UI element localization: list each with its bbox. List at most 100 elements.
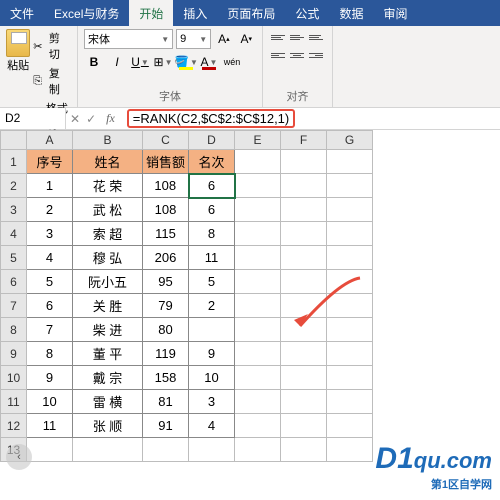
cell[interactable]: 1 [27,174,73,198]
cell[interactable]: 雷 横 [73,390,143,414]
cell[interactable]: 关 胜 [73,294,143,318]
cell[interactable]: 张 顺 [73,414,143,438]
font-color-button[interactable]: A▼ [199,52,219,72]
cell[interactable]: 4 [27,246,73,270]
align-top-button[interactable] [269,29,287,45]
font-size-combo[interactable]: 9▼ [176,29,211,49]
cell[interactable]: 119 [143,342,189,366]
cell[interactable]: 阮小五 [73,270,143,294]
cell[interactable]: 11 [27,414,73,438]
row-header[interactable]: 4 [1,222,27,246]
cell[interactable]: 董 平 [73,342,143,366]
cell[interactable]: 108 [143,198,189,222]
phonetic-button[interactable]: wén [222,52,242,72]
name-box[interactable]: D2 [0,108,66,129]
fill-color-button[interactable]: 🪣▼ [176,52,196,72]
cancel-icon[interactable]: ✕ [70,112,80,126]
row-header[interactable]: 3 [1,198,27,222]
cell[interactable]: 2 [27,198,73,222]
menu-formula[interactable]: 公式 [285,0,329,26]
select-all-corner[interactable] [1,131,27,150]
cell[interactable]: 6 [189,198,235,222]
cell[interactable]: 91 [143,414,189,438]
bold-button[interactable]: B [84,52,104,72]
border-button[interactable]: ⊞▼ [153,52,173,72]
menu-review[interactable]: 审阅 [373,0,417,26]
align-right-button[interactable] [307,47,325,63]
formula-bar[interactable]: =RANK(C2,$C$2:$C$12,1) [123,108,500,129]
align-bottom-button[interactable] [307,29,325,45]
menu-file[interactable]: 文件 [0,0,44,26]
row-header[interactable]: 7 [1,294,27,318]
cell[interactable]: 武 松 [73,198,143,222]
menu-excel[interactable]: Excel与财务 [44,0,129,26]
menu-insert[interactable]: 插入 [173,0,217,26]
enter-icon[interactable]: ✓ [86,112,96,126]
cell[interactable]: 4 [189,414,235,438]
cell[interactable]: 158 [143,366,189,390]
menu-data[interactable]: 数据 [329,0,373,26]
header-cell[interactable]: 名次 [189,150,235,174]
menu-layout[interactable]: 页面布局 [217,0,285,26]
cell[interactable]: 3 [189,390,235,414]
col-header[interactable]: E [235,131,281,150]
cell[interactable]: 5 [189,270,235,294]
cell[interactable]: 戴 宗 [73,366,143,390]
col-header[interactable]: G [327,131,373,150]
cell[interactable]: 穆 弘 [73,246,143,270]
fx-icon[interactable]: fx [102,111,119,126]
underline-button[interactable]: U▼ [130,52,150,72]
font-name-combo[interactable]: 宋体▼ [84,29,173,49]
cell[interactable]: 8 [27,342,73,366]
grid[interactable]: ABCDEFG1序号姓名销售额名次21花 荣108632武 松108643索 超… [0,130,373,462]
cell[interactable] [189,318,235,342]
row-header[interactable]: 11 [1,390,27,414]
italic-button[interactable]: I [107,52,127,72]
cell[interactable]: 9 [27,366,73,390]
col-header[interactable]: F [281,131,327,150]
cell[interactable]: 81 [143,390,189,414]
row-header[interactable]: 9 [1,342,27,366]
col-header[interactable]: C [143,131,189,150]
align-center-button[interactable] [288,47,306,63]
cell[interactable]: 7 [27,318,73,342]
cell[interactable]: 95 [143,270,189,294]
cell[interactable]: 10 [189,366,235,390]
cell[interactable]: 80 [143,318,189,342]
cell[interactable]: 柴 进 [73,318,143,342]
align-left-button[interactable] [269,47,287,63]
align-middle-button[interactable] [288,29,306,45]
row-header[interactable]: 2 [1,174,27,198]
row-header[interactable]: 10 [1,366,27,390]
col-header[interactable]: B [73,131,143,150]
increase-font-button[interactable]: A▴ [214,29,233,49]
cell[interactable]: 3 [27,222,73,246]
cell[interactable]: 206 [143,246,189,270]
cell[interactable]: 6 [27,294,73,318]
menu-home[interactable]: 开始 [129,0,173,26]
header-cell[interactable]: 姓名 [73,150,143,174]
cell[interactable]: 79 [143,294,189,318]
cell[interactable]: 2 [189,294,235,318]
cell[interactable]: 6 [189,174,235,198]
cell[interactable]: 索 超 [73,222,143,246]
col-header[interactable]: A [27,131,73,150]
copy-button[interactable]: ⎘复制 [32,64,71,98]
cell[interactable]: 8 [189,222,235,246]
cell[interactable]: 10 [27,390,73,414]
cell[interactable]: 11 [189,246,235,270]
row-header[interactable]: 5 [1,246,27,270]
row-header[interactable]: 1 [1,150,27,174]
cell[interactable]: 5 [27,270,73,294]
cell[interactable]: 115 [143,222,189,246]
header-cell[interactable]: 销售额 [143,150,189,174]
cell[interactable]: 花 荣 [73,174,143,198]
cut-button[interactable]: ✂剪切 [32,29,71,63]
decrease-font-button[interactable]: A▾ [237,29,256,49]
row-header[interactable]: 6 [1,270,27,294]
row-header[interactable]: 8 [1,318,27,342]
cell[interactable]: 9 [189,342,235,366]
row-header[interactable]: 12 [1,414,27,438]
col-header[interactable]: D [189,131,235,150]
cell[interactable]: 108 [143,174,189,198]
